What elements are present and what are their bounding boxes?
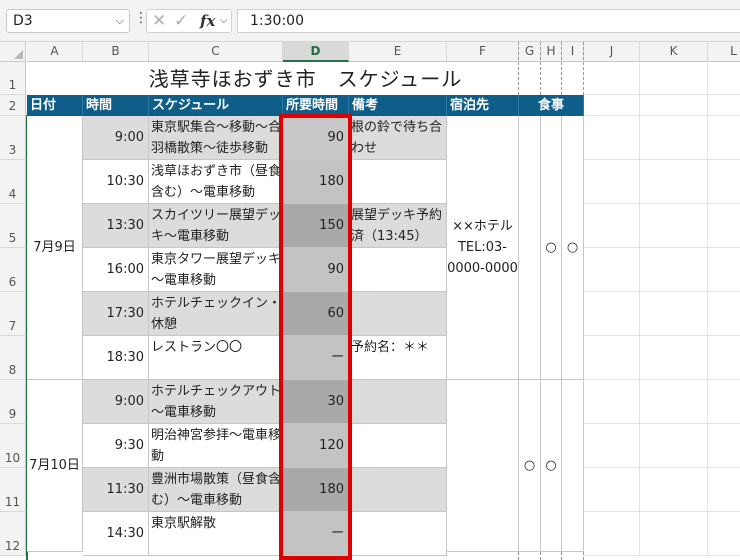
note-cell[interactable]: [349, 512, 447, 556]
time-cell[interactable]: 9:00: [83, 116, 149, 160]
meal-breakfast-cell[interactable]: [519, 116, 541, 380]
formula-value: 1:30:00: [250, 13, 304, 29]
note-cell[interactable]: 根の鈴で待ち合 わせ: [349, 116, 447, 160]
row-header[interactable]: 4: [0, 160, 26, 204]
row-header[interactable]: 1: [0, 62, 26, 95]
note-cell[interactable]: [349, 160, 447, 204]
header-notes[interactable]: 備考: [349, 95, 447, 116]
row-header[interactable]: 8: [0, 336, 26, 380]
row-header[interactable]: 12: [0, 512, 26, 556]
note-cell[interactable]: 予約名：＊＊: [349, 336, 447, 380]
column-header[interactable]: C: [149, 42, 283, 62]
select-all-triangle-icon: [14, 50, 23, 59]
header-lodging[interactable]: 宿泊先: [447, 95, 519, 116]
column-header[interactable]: L: [708, 42, 740, 62]
row-header[interactable]: 6: [0, 248, 26, 292]
select-all-button[interactable]: [0, 42, 26, 62]
time-cell[interactable]: 17:30: [83, 292, 149, 336]
day-date-cell[interactable]: 7月10日: [27, 380, 83, 552]
header-schedule[interactable]: スケジュール: [149, 95, 283, 116]
column-header[interactable]: F: [447, 42, 519, 62]
row-header[interactable]: 5: [0, 204, 26, 248]
column-header[interactable]: K: [640, 42, 708, 62]
meal-lunch-cell[interactable]: ○: [541, 380, 562, 552]
column-header[interactable]: A: [27, 42, 83, 62]
note-cell[interactable]: [349, 292, 447, 336]
time-cell[interactable]: 13:30: [83, 204, 149, 248]
time-cell[interactable]: 14:30: [83, 512, 149, 556]
chevron-down-icon[interactable]: ⌵: [116, 10, 124, 32]
column-header[interactable]: H: [541, 42, 562, 62]
note-cell[interactable]: [349, 424, 447, 468]
row-header[interactable]: 3: [0, 116, 26, 160]
schedule-cell[interactable]: 東京タワー展望デッキ 〜電車移動: [149, 248, 283, 292]
schedule-cell[interactable]: 東京駅集合〜移動〜合 羽橋散策〜徒歩移動: [149, 116, 283, 160]
header-duration[interactable]: 所要時間: [283, 95, 349, 116]
note-cell[interactable]: [349, 380, 447, 424]
time-cell[interactable]: 11:30: [83, 468, 149, 512]
schedule-cell[interactable]: 豊洲市場散策（昼食含 む）〜電車移動: [149, 468, 283, 512]
name-box-value: D3: [13, 13, 33, 29]
row-header[interactable]: 2: [0, 95, 26, 116]
column-header[interactable]: E: [349, 42, 447, 62]
column-header[interactable]: G: [519, 42, 541, 62]
note-cell[interactable]: [349, 248, 447, 292]
sheet-title[interactable]: 浅草寺ほおずき市 スケジュール: [27, 63, 584, 95]
formula-tools: ✕ ✓ fx ⌵: [146, 9, 232, 33]
column-header[interactable]: I: [562, 42, 584, 62]
time-cell[interactable]: 9:00: [83, 380, 149, 424]
schedule-cell[interactable]: 東京駅解散: [149, 512, 283, 556]
lodging-cell[interactable]: ××ホテル TEL:03- 0000-0000: [447, 116, 519, 380]
header-time[interactable]: 時間: [83, 95, 149, 116]
formula-input[interactable]: 1:30:00: [237, 9, 740, 33]
meal-dinner-cell[interactable]: [562, 380, 584, 552]
time-cell[interactable]: 9:30: [83, 424, 149, 468]
note-cell[interactable]: 展望デッキ予約 済（13:45）: [349, 204, 447, 248]
row-header[interactable]: 9: [0, 380, 26, 424]
schedule-cell[interactable]: ホテルチェックアウト 〜電車移動: [149, 380, 283, 424]
chevron-down-icon[interactable]: ⌵: [220, 10, 228, 32]
lodging-cell[interactable]: [447, 380, 519, 552]
name-box[interactable]: D3 ⌵: [6, 9, 130, 33]
formula-bar: D3 ⌵ ⋮ ✕ ✓ fx ⌵ 1:30:00: [0, 0, 740, 42]
meal-dinner-cell[interactable]: ○: [562, 116, 584, 380]
header-meals[interactable]: 食事: [519, 95, 584, 116]
schedule-cell[interactable]: 浅草ほおずき市（昼食 含む）〜電車移動: [149, 160, 283, 204]
meal-breakfast-cell[interactable]: ○: [519, 380, 541, 552]
column-header[interactable]: D: [283, 42, 349, 62]
schedule-cell[interactable]: ホテルチェックイン・ 休憩: [149, 292, 283, 336]
schedule-cell[interactable]: 明治神宮参拝〜電車移 動: [149, 424, 283, 468]
schedule-cell[interactable]: レストラン〇〇: [149, 336, 283, 380]
checkmark-icon[interactable]: ✓: [174, 10, 188, 32]
column-header[interactable]: B: [83, 42, 149, 62]
header-date[interactable]: 日付: [27, 95, 83, 116]
time-cell[interactable]: 16:00: [83, 248, 149, 292]
day-date-cell[interactable]: 7月9日: [27, 116, 83, 380]
schedule-cell[interactable]: スカイツリー展望デッ キ〜電車移動: [149, 204, 283, 248]
time-cell[interactable]: 18:30: [83, 336, 149, 380]
row-header[interactable]: 10: [0, 424, 26, 468]
row-header[interactable]: 7: [0, 292, 26, 336]
row-header[interactable]: 11: [0, 468, 26, 512]
insert-function-icon[interactable]: fx: [200, 10, 215, 32]
highlight-box: [279, 114, 352, 560]
note-cell[interactable]: [349, 468, 447, 512]
time-cell[interactable]: 10:30: [83, 160, 149, 204]
meal-lunch-cell[interactable]: ○: [541, 116, 562, 380]
column-header[interactable]: J: [584, 42, 640, 62]
cancel-icon[interactable]: ✕: [152, 10, 166, 32]
